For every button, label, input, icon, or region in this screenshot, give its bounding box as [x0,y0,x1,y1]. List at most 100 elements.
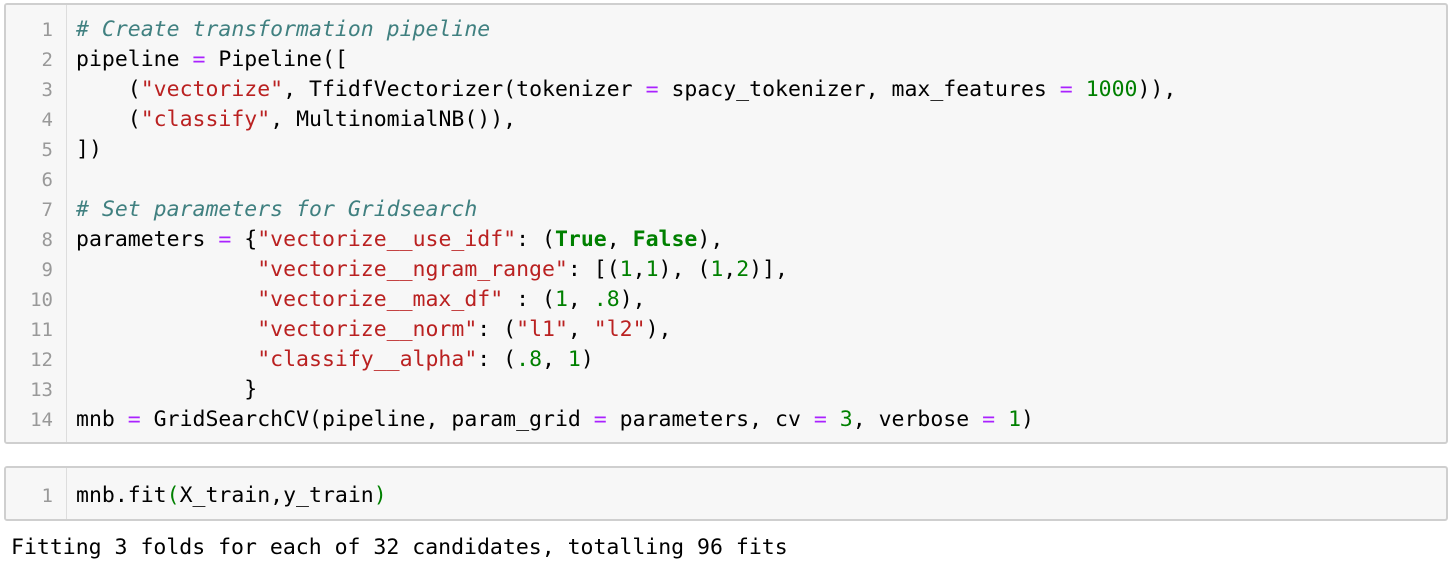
code-token: "vectorize__norm" [257,317,478,342]
code-cell-2[interactable]: 1 mnb.fit(X_train,y_train) [4,466,1448,521]
code-line[interactable]: 5]) [6,135,1446,165]
code-text: pipeline = Pipeline([ [76,45,348,75]
code-token: "vectorize__use_idf" [257,227,517,252]
code-line[interactable]: 10 "vectorize__max_df" : (1, .8), [6,285,1446,315]
code-token: .8 [516,347,543,372]
code-editor[interactable]: 1 mnb.fit(X_train,y_train) [6,481,1446,511]
code-token: "vectorize" [140,77,284,102]
code-token: = [813,407,827,432]
line-number: 5 [41,139,53,161]
code-token: Pipeline([ [205,47,348,72]
code-line[interactable]: 4 ("classify", MultinomialNB()), [6,105,1446,135]
line-number: 12 [30,349,53,371]
line-number: 11 [30,319,53,341]
code-token: , TfidfVectorizer(tokenizer [283,77,646,102]
line-number: 6 [41,169,53,191]
code-editor[interactable]: 1 # Create transformation pipeline 2 pipeli… [6,15,1446,435]
code-text: mnb = GridSearchCV(pipeline, param_grid … [76,405,1034,435]
code-line[interactable]: 1 mnb.fit(X_train,y_train) [6,481,1446,511]
code-token: spacy_tokenizer, max_features [658,77,1060,102]
code-text: "vectorize__ngram_range": [(1,1), (1,2)]… [76,255,788,285]
code-token: ), [645,317,672,342]
line-number: 1 [41,485,53,507]
code-line[interactable]: 1 # Create transformation pipeline [6,15,1446,45]
code-token: X_train,y_train [179,483,374,508]
code-token: True [554,227,607,252]
code-line[interactable]: 7 # Set parameters for Gridsearch [6,195,1446,225]
line-number: 1 [41,19,53,41]
code-token: , [567,287,594,312]
code-text: ]) [76,135,102,165]
code-token: False [632,227,698,252]
code-token: )], [749,257,789,282]
code-token: "classify" [140,107,271,132]
code-text: ("classify", MultinomialNB()), [76,105,516,135]
code-token: ]) [76,137,102,162]
code-token: { [231,227,258,252]
code-text: "classify__alpha": (.8, 1) [76,345,594,375]
code-token: "l2" [593,317,646,342]
code-line[interactable]: 11 "vectorize__norm": ("l1", "l2"), [6,315,1446,345]
code-token: GridSearchCV(pipeline, param_grid [140,407,594,432]
line-number: 8 [41,229,53,251]
code-text: # Create transformation pipeline [76,15,490,45]
code-text: parameters = {"vectorize__use_idf": (Tru… [76,225,723,255]
code-token: ), ( [658,257,711,282]
code-token: ) [1021,407,1034,432]
code-line[interactable]: 2 pipeline = Pipeline([ [6,45,1446,75]
code-token: = [192,47,206,72]
code-line[interactable]: 14 mnb = GridSearchCV(pipeline, param_gri… [6,405,1446,435]
code-token: : ( [503,287,555,312]
code-token: "l1" [516,317,568,342]
code-text: # Set parameters for Gridsearch [76,195,477,225]
code-token: } [76,377,258,402]
code-token: ) [580,347,594,372]
code-token: ), [697,227,724,252]
code-line[interactable]: 9 "vectorize__ngram_range": [(1,1), (1,2… [6,255,1446,285]
code-token: ) [373,483,387,508]
code-token: 1 [554,287,568,312]
code-text: "vectorize__max_df" : (1, .8), [76,285,646,315]
code-token: parameters [76,227,219,252]
line-number: 13 [30,379,53,401]
code-line[interactable]: 13 } [6,375,1446,405]
code-token: # Set parameters for Gridsearch [76,197,478,222]
code-token: : ( [477,347,517,372]
code-text: mnb.fit(X_train,y_train) [76,481,387,511]
code-token: = [645,77,659,102]
code-line[interactable]: 12 "classify__alpha": (.8, 1) [6,345,1446,375]
code-token: # Create transformation pipeline [76,17,491,42]
line-number: 14 [30,409,53,431]
code-token: pipeline [76,47,193,72]
code-token: "vectorize__max_df" [257,287,504,312]
code-token: ), [619,287,646,312]
code-cell-1[interactable]: 1 # Create transformation pipeline 2 pipeli… [4,3,1448,444]
code-token: = [1059,77,1073,102]
code-line[interactable]: 8 parameters = {"vectorize__use_idf": (Tr… [6,225,1446,255]
code-token: 1 [619,257,633,282]
code-token: : ( [516,227,555,252]
code-token: : [( [567,257,620,282]
code-token: : ( [477,317,517,342]
code-token: , [723,257,737,282]
code-line[interactable]: 6 [6,165,1446,195]
code-token: mnb.fit [76,483,167,508]
code-token: 1000 [1085,77,1138,102]
code-token: 2 [736,257,750,282]
code-token: mnb [76,407,128,432]
code-token: "vectorize__ngram_range" [257,257,568,282]
code-token: , verbose [852,407,983,432]
code-token: = [218,227,232,252]
code-token: , [542,347,568,372]
line-number: 3 [41,79,53,101]
code-token: ( [76,77,141,102]
line-number: 10 [30,289,53,311]
code-line[interactable]: 3 ("vectorize", TfidfVectorizer(tokenize… [6,75,1446,105]
